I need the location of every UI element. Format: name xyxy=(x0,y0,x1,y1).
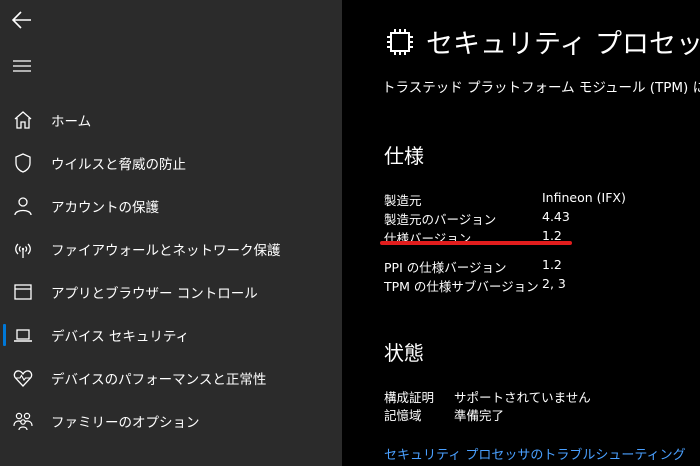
page-title: セキュリティ プロセッサの詳細 xyxy=(426,29,700,60)
spec-value: 2, 3 xyxy=(542,276,566,291)
sidebar-item-virus-protection[interactable]: ウイルスと脅威の防止 xyxy=(0,141,342,184)
spec-key: 製造元のバージョン xyxy=(384,212,497,227)
status-heading: 状態 xyxy=(384,341,424,365)
sidebar-item-home[interactable]: ホーム xyxy=(0,98,342,141)
spec-heading: 仕様 xyxy=(384,144,424,168)
back-arrow-icon xyxy=(12,11,31,29)
sidebar-item-family-options[interactable]: ファミリーのオプション xyxy=(0,399,342,442)
spec-value: 4.43 xyxy=(542,209,570,224)
sidebar-item-label: ファイアウォールとネットワーク保護 xyxy=(51,242,281,259)
status-key: 構成証明 xyxy=(384,390,435,405)
person-icon xyxy=(12,195,34,217)
sidebar-item-label: ウイルスと脅威の防止 xyxy=(51,156,186,173)
troubleshoot-link[interactable]: セキュリティ プロセッサのトラブルシューティング xyxy=(384,444,686,463)
spec-value: 1.2 xyxy=(542,257,562,272)
sidebar-item-label: ファミリーのオプション xyxy=(51,414,200,431)
laptop-icon xyxy=(12,324,34,346)
status-key: 記憶域 xyxy=(384,408,422,423)
sidebar: ホーム ウイルスと脅威の防止 アカウントの保護 ファイアウォールとネットワーク保… xyxy=(0,0,342,466)
sidebar-item-label: デバイス セキュリティ xyxy=(51,328,190,345)
back-button[interactable] xyxy=(10,8,34,32)
app-window: ホーム ウイルスと脅威の防止 アカウントの保護 ファイアウォールとネットワーク保… xyxy=(0,0,700,466)
spec-key: 製造元 xyxy=(384,193,422,208)
home-icon xyxy=(12,109,34,131)
wifi-icon xyxy=(12,238,34,260)
page-header: セキュリティ プロセッサの詳細 xyxy=(384,22,700,61)
sidebar-item-label: ホーム xyxy=(51,113,92,130)
highlight-underline xyxy=(380,241,572,245)
spec-key: PPI の仕様バージョン xyxy=(384,260,507,275)
sidebar-item-account-protection[interactable]: アカウントの保護 xyxy=(0,184,342,227)
hamburger-menu-button[interactable] xyxy=(10,56,34,76)
sidebar-item-firewall[interactable]: ファイアウォールとネットワーク保護 xyxy=(0,227,342,270)
sidebar-item-device-performance[interactable]: デバイスのパフォーマンスと正常性 xyxy=(0,356,342,399)
status-value: サポートされていません xyxy=(454,390,591,405)
page-subtitle: トラステッド プラットフォーム モジュール (TPM) に関する情報 xyxy=(382,80,700,96)
hamburger-icon xyxy=(13,60,31,72)
processor-chip-icon xyxy=(387,28,413,55)
spec-value: Infineon (IFX) xyxy=(542,190,626,205)
heart-icon xyxy=(12,367,34,389)
family-icon xyxy=(12,410,34,432)
sidebar-item-label: アカウントの保護 xyxy=(51,199,159,216)
sidebar-item-label: デバイスのパフォーマンスと正常性 xyxy=(51,371,267,388)
selected-indicator xyxy=(3,324,6,346)
shield-icon xyxy=(12,152,34,174)
status-value: 準備完了 xyxy=(454,408,505,423)
sidebar-item-label: アプリとブラウザー コントロール xyxy=(51,285,258,302)
app-window-icon xyxy=(12,281,34,303)
sidebar-item-app-browser-control[interactable]: アプリとブラウザー コントロール xyxy=(0,270,342,313)
sidebar-item-device-security[interactable]: デバイス セキュリティ xyxy=(0,313,342,356)
main-content: セキュリティ プロセッサの詳細 トラステッド プラットフォーム モジュール (T… xyxy=(342,0,700,466)
sidebar-nav: ホーム ウイルスと脅威の防止 アカウントの保護 ファイアウォールとネットワーク保… xyxy=(0,98,342,442)
spec-key: TPM の仕様サブバージョン xyxy=(384,279,539,294)
